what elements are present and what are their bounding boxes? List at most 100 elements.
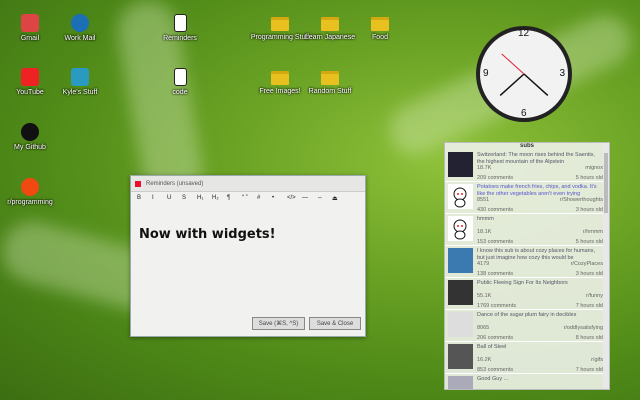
desktop-icon[interactable]: My Github — [0, 123, 60, 152]
desktop-icon[interactable]: Kyle's Stuff — [50, 68, 110, 97]
desktop-icon-label: r/programming — [0, 199, 60, 207]
format-button[interactable]: “ ” — [242, 195, 257, 202]
post-score: 55.1K — [477, 293, 491, 300]
format-button[interactable]: • — [272, 195, 287, 202]
folder-icon — [271, 71, 289, 85]
document-icon — [174, 68, 187, 86]
hour-hand — [500, 74, 524, 95]
post-title[interactable]: Public Fleeing Sign For Its Neighbors — [477, 280, 603, 293]
desktop-icon-label: Reminders — [150, 35, 210, 43]
post-age: 5 hours old — [576, 239, 603, 246]
post-subreddit: r/CozyPlaces — [571, 261, 603, 268]
format-button[interactable]: ⏏ — [332, 195, 347, 202]
second-hand — [502, 54, 524, 74]
post-subreddit: r/hmmm — [583, 229, 603, 236]
youtube-icon — [21, 68, 39, 86]
post-title[interactable]: Ball of Steel — [477, 344, 603, 357]
format-toolbar: BIUSH₁H₂¶“ ”#•</>—⇔⏏ — [131, 192, 365, 205]
format-button[interactable]: ⇔ — [317, 195, 332, 202]
desktop-icon-label: My Github — [0, 144, 60, 152]
desktop-icon[interactable]: code — [150, 68, 210, 97]
post-subreddit: r/Showerthoughts — [560, 197, 603, 204]
outlook-icon — [71, 14, 89, 32]
save-button[interactable]: Save (⌘S, ^S) — [252, 317, 305, 330]
folder-icon — [371, 17, 389, 31]
reddit-post[interactable]: Public Fleeing Sign For Its Neighbors55.… — [445, 278, 609, 310]
post-age: 8 hours old — [576, 335, 603, 342]
post-subreddit: r/gifs — [591, 357, 603, 364]
desktop-icon[interactable]: Food — [350, 14, 410, 42]
desktop-icon-label: code — [150, 89, 210, 97]
post-subreddit: mignox — [585, 165, 603, 172]
post-age: 3 hours old — [576, 207, 603, 214]
minute-hand — [524, 74, 548, 95]
post-title[interactable]: hmmm — [477, 216, 603, 229]
reddit-post[interactable]: I know this sub is about cozy places for… — [445, 246, 609, 278]
folder-icon — [321, 71, 339, 85]
post-age: 5 hours old — [576, 175, 603, 182]
desktop-icon-label: Random Stuff — [300, 88, 360, 96]
format-button[interactable]: H₂ — [212, 195, 227, 202]
post-thumbnail — [448, 184, 473, 209]
widget-title: subs — [445, 143, 609, 150]
reddit-post[interactable]: hmmm18.1Kr/hmmm153 comments5 hours old — [445, 214, 609, 246]
post-comments: 853 comments — [477, 367, 513, 374]
desktop-icon[interactable]: Work Mail — [50, 14, 110, 43]
folder-icon — [321, 17, 339, 31]
window-title: Reminders (unsaved) — [146, 181, 203, 187]
reddit-post[interactable]: Ball of Steel16.2Kr/gifs853 comments7 ho… — [445, 342, 609, 374]
post-title[interactable]: Potatoes make french fries, chips, and v… — [477, 184, 603, 197]
reddit-post[interactable]: Potatoes make french fries, chips, and v… — [445, 182, 609, 214]
post-title[interactable]: I know this sub is about cozy places for… — [477, 248, 603, 261]
reddit-post[interactable]: Dance of the sugar plum fairy in decible… — [445, 310, 609, 342]
format-button[interactable]: U — [167, 195, 182, 202]
post-age: 7 hours old — [576, 303, 603, 310]
post-comments: 209 comments — [477, 175, 513, 182]
title-bar[interactable]: Reminders (unsaved) — [131, 176, 365, 192]
format-button[interactable]: B — [137, 195, 152, 202]
github-icon — [21, 123, 39, 141]
post-thumbnail — [448, 312, 473, 337]
desktop-icon-label: Kyle's Stuff — [50, 89, 110, 97]
post-subreddit: r/oddlysatisfying — [564, 325, 603, 332]
post-thumbnail — [448, 152, 473, 177]
network-icon — [71, 68, 89, 86]
desktop-icon[interactable]: r/programming — [0, 178, 60, 207]
post-comments: 206 comments — [477, 335, 513, 342]
folder-icon — [271, 17, 289, 31]
app-icon — [135, 181, 141, 187]
desktop-icon[interactable]: Random Stuff — [300, 68, 360, 96]
post-comments: 430 comments — [477, 207, 513, 214]
desktop-icon-label: Food — [350, 34, 410, 42]
post-age: 3 hours old — [576, 271, 603, 278]
post-score: 16.2K — [477, 357, 491, 364]
post-score: 8551 — [477, 197, 489, 204]
post-title[interactable]: Switzerland: The moon rises behind the S… — [477, 152, 603, 165]
format-button[interactable]: # — [257, 195, 272, 202]
post-title[interactable]: Dance of the sugar plum fairy in decible… — [477, 312, 603, 325]
reddit-post[interactable]: Good Guy ... — [445, 374, 609, 390]
post-score: 18.7K — [477, 165, 491, 172]
clock-hands — [480, 30, 568, 118]
post-comments: 153 comments — [477, 239, 513, 246]
editor-content[interactable]: Now with widgets! — [139, 227, 365, 242]
desktop-icon[interactable]: Reminders — [150, 14, 210, 43]
reddit-post[interactable]: Switzerland: The moon rises behind the S… — [445, 150, 609, 182]
format-button[interactable]: ¶ — [227, 195, 242, 202]
format-button[interactable]: — — [302, 195, 317, 202]
scrollbar[interactable] — [603, 143, 609, 389]
format-button[interactable]: </> — [287, 195, 302, 202]
post-thumbnail — [448, 248, 473, 273]
post-score: 4179 — [477, 261, 489, 268]
save-close-button[interactable]: Save & Close — [309, 317, 361, 330]
post-subreddit: r/funny — [586, 293, 603, 300]
post-thumbnail — [448, 280, 473, 305]
format-button[interactable]: H₁ — [197, 195, 212, 202]
format-button[interactable]: I — [152, 195, 167, 202]
post-comments: 1769 comments — [477, 303, 516, 310]
post-title[interactable]: Good Guy ... — [477, 376, 603, 389]
format-button[interactable]: S — [182, 195, 197, 202]
desktop-icon-label: Work Mail — [50, 35, 110, 43]
post-thumbnail — [448, 376, 473, 390]
reddit-widget: subs Switzerland: The moon rises behind … — [444, 142, 610, 390]
